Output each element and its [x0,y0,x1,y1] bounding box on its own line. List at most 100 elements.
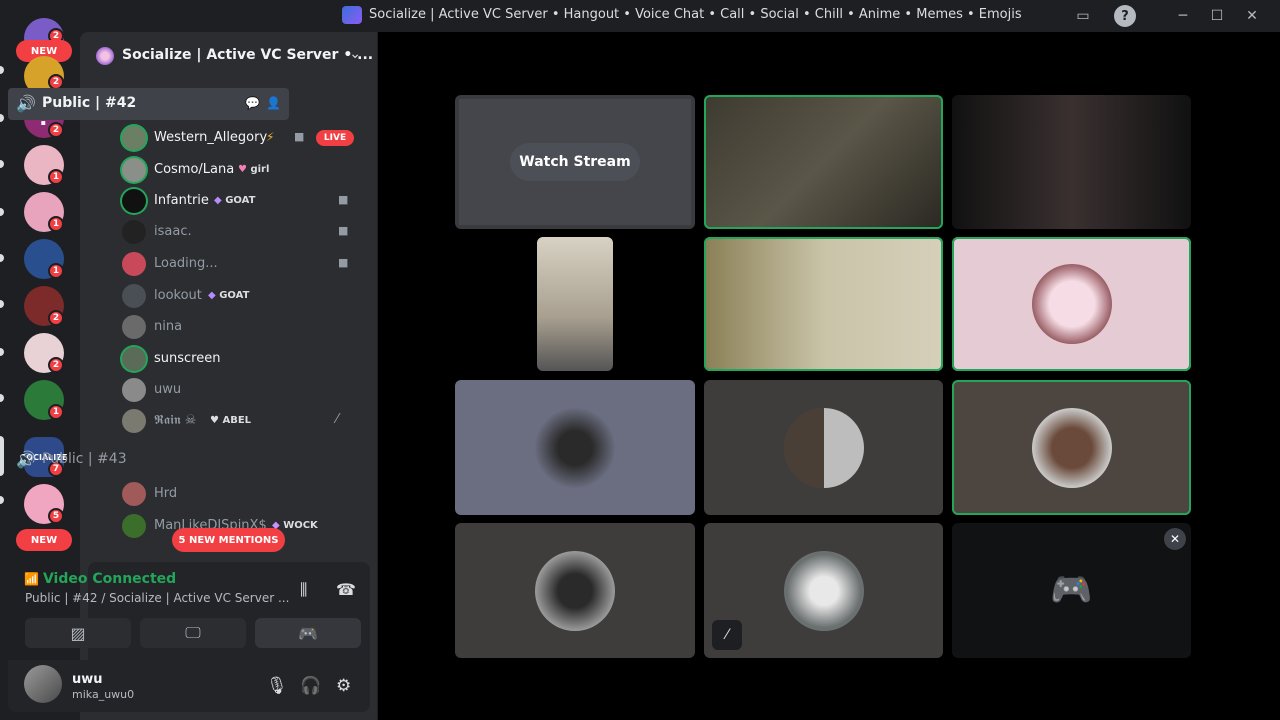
headphones-icon[interactable]: 🎧 [300,676,321,696]
chat-icon[interactable]: 💬 [245,96,260,110]
member-name: Hrd [154,486,178,501]
voice-member[interactable]: Loading... ■ [122,250,362,278]
member-tag: GOAT [219,290,250,301]
unread-indicator [0,254,4,262]
disconnect-icon[interactable]: ☎ [336,580,356,599]
watch-stream-button[interactable]: Watch Stream [510,143,640,181]
new-mentions-pill[interactable]: 5 NEW MENTIONS [172,528,285,552]
avatar-tile[interactable] [952,380,1191,515]
avatar [122,284,146,308]
voice-member[interactable]: isaac. ■ [122,218,362,246]
unread-indicator [0,394,4,402]
window-title: Socialize | Active VC Server • Hangout •… [369,7,1022,22]
member-name: nina [154,319,183,334]
voice-member[interactable]: Infantrie ◆ GOAT ■ [122,187,362,215]
voice-channel-public-43[interactable]: 🔊 Public | #43 [8,444,289,476]
minimize-icon[interactable]: ─ [1171,4,1195,28]
participant-avatar [783,550,864,631]
voice-member[interactable]: nina [122,313,362,341]
voice-member[interactable]: Hrd [122,480,362,508]
new-unreads-pill[interactable]: NEW [16,529,72,551]
video-tile[interactable] [704,237,943,371]
unread-badge: 1 [48,216,64,232]
server-name: Socialize | Active VC Server • ... [122,47,374,63]
gamepad-icon[interactable]: 🎮 [1050,570,1092,610]
user-avatar[interactable] [24,665,62,703]
voice-member[interactable]: sunscreen [122,345,362,373]
discord-window: Socialize | Active VC Server • Hangout •… [0,0,1280,720]
lightning-icon: ⚡ [266,130,275,144]
voice-member[interactable]: Cosmo/Lana ♥ girl [122,156,362,184]
unread-indicator [0,496,4,504]
voice-member[interactable]: Western_Allegory ⚡ ■ LIVE [122,124,362,152]
member-tag: GOAT [225,195,256,206]
invite-user-icon[interactable]: 👤 [266,96,281,110]
unread-indicator [0,66,4,74]
user-name: uwu [72,672,103,687]
voice-member[interactable]: lookout ◆ GOAT [122,282,362,310]
maximize-icon[interactable]: ☐ [1205,4,1229,28]
participant-avatar [783,407,864,488]
close-icon[interactable]: ✕ [1164,528,1186,550]
gamepad-icon: 🎮 [298,623,318,643]
heart-icon: ♥ [238,164,247,175]
avatar [122,126,146,150]
avatar [122,315,146,339]
speaker-icon: 🔊 [16,450,36,469]
voice-status: 📶 Video Connected [24,571,176,587]
server-header[interactable]: Socialize | Active VC Server • ... ⌄ [80,32,377,80]
server-badge-icon [96,47,114,65]
voice-channel-public-42[interactable]: 🔊 Public | #42 💬 👤 [8,88,289,120]
avatar [122,158,146,182]
avatar-tile[interactable] [704,380,943,515]
avatar-tile[interactable] [952,237,1191,371]
participant-avatar [535,407,615,488]
activities-button[interactable]: 🎮 [255,618,361,648]
unread-badge: 2 [48,357,64,373]
unread-indicator [0,348,4,356]
member-name: sunscreen [154,351,221,366]
gear-icon[interactable]: ⚙ [336,676,351,696]
help-icon[interactable]: ? [1114,5,1136,27]
live-badge[interactable]: LIVE [316,130,354,146]
member-name: isaac. [154,224,192,239]
member-name: Loading... [154,256,218,271]
avatar-tile[interactable] [455,380,695,515]
avatar-tile[interactable] [455,523,695,658]
chevron-down-icon[interactable]: ⌄ [349,46,361,62]
avatar [122,514,146,538]
close-icon[interactable]: ✕ [1240,4,1264,28]
voice-member[interactable]: 𝕽𝖆𝖎𝖓 ☠ ♥ ABEL ⁄ [122,407,362,435]
unread-badge: 2 [48,122,64,138]
camera-off-button[interactable]: ▨ [25,618,131,648]
participant-avatar [535,550,615,631]
participant-avatar [1031,407,1112,488]
unread-badge: 1 [48,263,64,279]
camera-off-icon: ▨ [70,623,86,643]
inbox-icon[interactable]: ▭ [1071,4,1095,28]
title-bar: Socialize | Active VC Server • Hangout •… [0,0,1280,32]
noise-suppression-icon[interactable]: ⫼ [300,580,307,600]
channel-name: Public | #42 [42,95,137,111]
selected-indicator [0,436,4,476]
avatar [122,189,146,213]
camera-icon: ■ [338,256,349,269]
unread-indicator [0,300,4,308]
video-tile[interactable] [537,237,613,371]
screen-share-button[interactable]: 🖵 [140,618,246,648]
camera-icon: ■ [338,193,349,206]
member-tag: WOCK [283,520,318,531]
avatar [122,378,146,402]
voice-member[interactable]: uwu [122,376,362,404]
video-tile[interactable] [704,95,943,229]
avatar [122,347,146,371]
video-tile[interactable] [952,95,1191,229]
unread-badge: 5 [48,508,64,524]
voice-channel-path[interactable]: Public | #42 / Socialize | Active VC Ser… [25,591,289,605]
microphone-icon[interactable]: 🎙 [266,676,288,696]
member-name: Western_Allegory [154,130,268,145]
user-handle: mika_uwu0 [72,688,135,701]
unread-badge: 1 [48,404,64,420]
camera-icon: ■ [294,130,305,143]
avatar [122,482,146,506]
